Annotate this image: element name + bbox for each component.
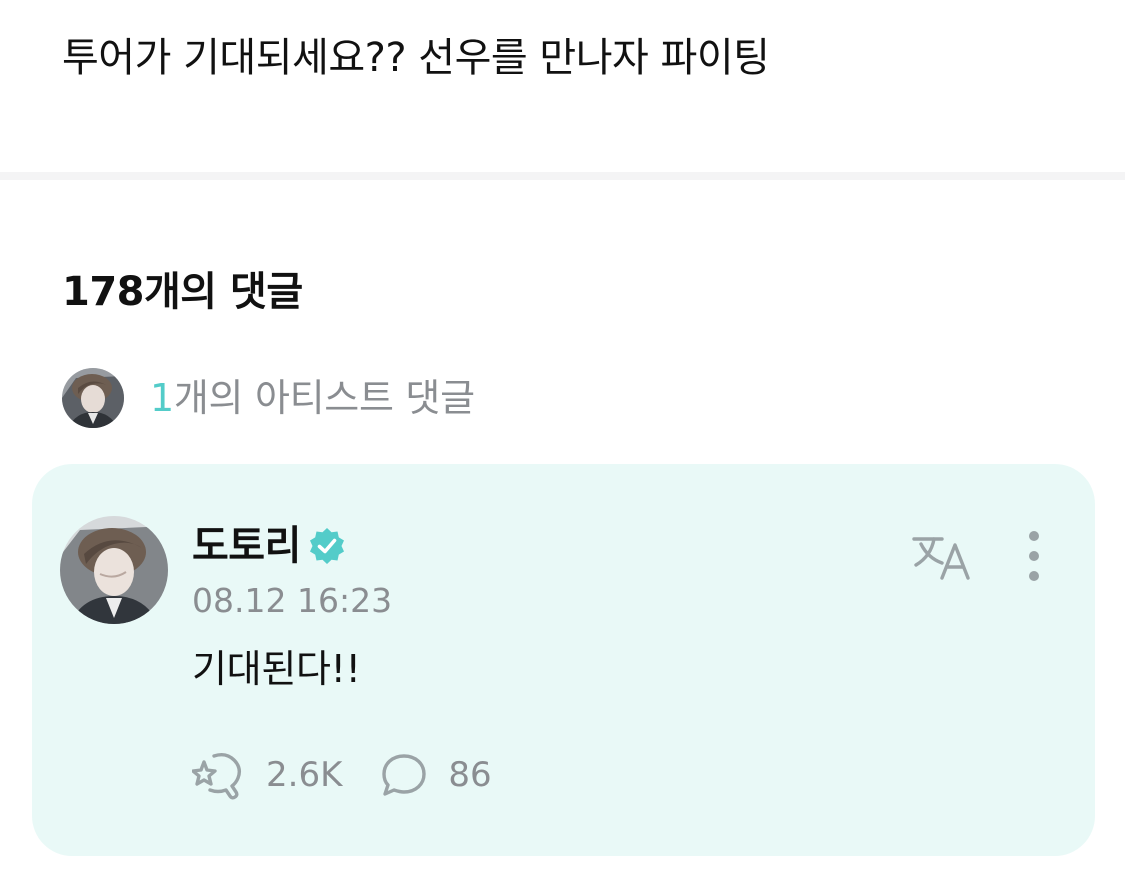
post-body-text: 투어가 기대되세요?? 선우를 만나자 파이팅 xyxy=(62,35,770,81)
more-options-button[interactable] xyxy=(1022,528,1046,584)
comments-count-heading: 178개의 댓글 xyxy=(62,269,303,315)
like-count: 2.6K xyxy=(266,755,343,795)
translate-icon xyxy=(912,537,970,580)
artist-comment-label: 개의 아티스트 댓글 xyxy=(173,376,475,420)
translate-button[interactable] xyxy=(910,528,974,584)
like-reaction-icon xyxy=(192,752,242,800)
author-avatar[interactable] xyxy=(60,516,168,624)
verified-badge-icon xyxy=(307,526,347,566)
like-button[interactable]: 2.6K xyxy=(192,750,342,800)
artist-comments-summary[interactable]: 1개의 아티스트 댓글 xyxy=(62,368,475,428)
reply-button[interactable]: 86 xyxy=(380,752,492,798)
reply-count: 86 xyxy=(448,755,492,795)
post-detail-page: 투어가 기대되세요?? 선우를 만나자 파이팅 178개의 댓글 1개의 아티스… xyxy=(0,0,1125,877)
author-name[interactable]: 도토리 xyxy=(192,522,301,570)
artist-comment-count: 1 xyxy=(150,376,174,420)
reply-bubble-icon xyxy=(382,754,427,796)
artist-comments-summary-text: 1개의 아티스트 댓글 xyxy=(150,374,475,422)
section-divider xyxy=(0,172,1125,180)
comment-actions: 2.6K 86 xyxy=(192,750,492,800)
artist-comment-card: 도토리 08.12 16:23 기대된다!! 2.6K 86 xyxy=(32,464,1095,856)
author-row: 도토리 xyxy=(192,522,347,570)
artist-avatar xyxy=(62,368,124,428)
comment-timestamp: 08.12 16:23 xyxy=(192,581,393,620)
more-vertical-icon xyxy=(1029,531,1039,581)
comment-text: 기대된다!! xyxy=(192,647,361,691)
